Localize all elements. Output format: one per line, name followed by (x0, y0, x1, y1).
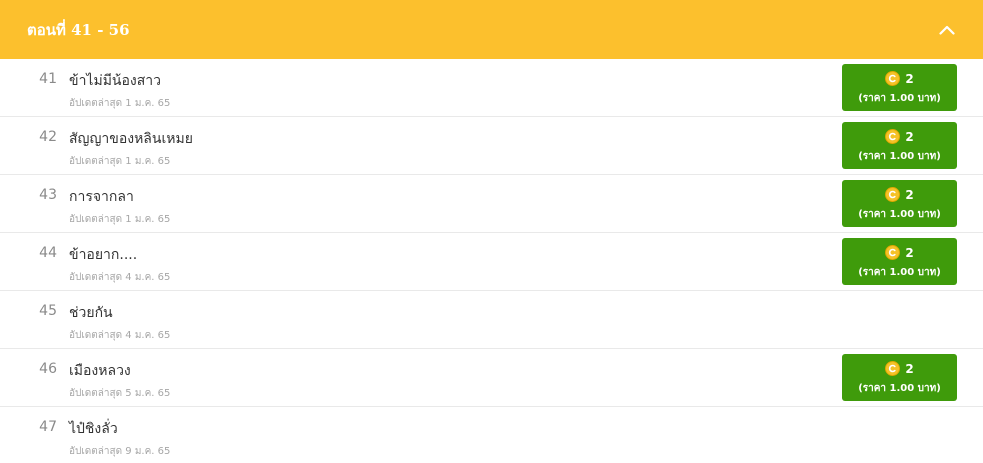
coin-price: 2 (885, 360, 914, 378)
episode-row[interactable]: 41 ข้าไม่มีน้องสาวอัปเดตล่าสุด 1 ม.ค. 65 2… (0, 59, 983, 117)
episode-number: 47 (39, 419, 57, 435)
episode-updated-date: อัปเดตล่าสุด 1 ม.ค. 65 (69, 98, 171, 109)
episode-title[interactable]: ข้าอยาก.... (69, 244, 137, 266)
buy-episode-button[interactable]: 2 (ราคา 1.00 บาท) (842, 354, 957, 401)
episode-updated-date: อัปเดตล่าสุด 1 ม.ค. 65 (69, 214, 171, 225)
coin-price: 2 (885, 70, 914, 88)
episode-row[interactable]: 42 สัญญาของหลินเหมยอัปเดตล่าสุด 1 ม.ค. 65… (0, 117, 983, 175)
coin-icon (885, 71, 901, 86)
coin-price: 2 (885, 186, 914, 204)
episode-title[interactable]: ช่วยกัน (69, 302, 113, 324)
coin-count: 2 (905, 187, 914, 202)
coin-price: 2 (885, 244, 914, 262)
episode-range-title: ตอนที่ 41 - 56 (27, 20, 130, 39)
episode-number: 44 (39, 245, 57, 261)
buy-episode-button[interactable]: 2 (ราคา 1.00 บาท) (842, 238, 957, 285)
episode-number: 43 (39, 187, 57, 203)
episode-number: 42 (39, 129, 57, 145)
episode-list: 41 ข้าไม่มีน้องสาวอัปเดตล่าสุด 1 ม.ค. 65 2… (0, 59, 983, 463)
buy-episode-button[interactable]: 2 (ราคา 1.00 บาท) (842, 122, 957, 169)
episode-row[interactable]: 45 ช่วยกันอัปเดตล่าสุด 4 ม.ค. 65 (0, 291, 983, 349)
collapse-button[interactable] (911, 0, 983, 59)
coin-count: 2 (905, 361, 914, 376)
baht-price: (ราคา 1.00 บาท) (858, 150, 941, 162)
episode-updated-date: อัปเดตล่าสุด 4 ม.ค. 65 (69, 330, 171, 341)
coin-count: 2 (905, 245, 914, 260)
episode-title[interactable]: ไป๋ชิงลั่ว (69, 418, 118, 440)
baht-price: (ราคา 1.00 บาท) (858, 92, 941, 104)
coin-icon (885, 361, 901, 376)
baht-price: (ราคา 1.00 บาท) (858, 266, 941, 278)
chevron-up-icon (939, 25, 955, 35)
episode-updated-date: อัปเดตล่าสุด 5 ม.ค. 65 (69, 388, 171, 399)
episode-row[interactable]: 43 การจากลาอัปเดตล่าสุด 1 ม.ค. 65 2 (ราคา 1… (0, 175, 983, 233)
episode-range-header[interactable]: ตอนที่ 41 - 56 (0, 0, 983, 59)
episode-row[interactable]: 47 ไป๋ชิงลั่วอัปเดตล่าสุด 9 ม.ค. 65 (0, 407, 983, 463)
coin-count: 2 (905, 71, 914, 86)
coin-price: 2 (885, 128, 914, 146)
episode-title[interactable]: ข้าไม่มีน้องสาว (69, 70, 161, 92)
coin-count: 2 (905, 129, 914, 144)
episode-updated-date: อัปเดตล่าสุด 1 ม.ค. 65 (69, 156, 171, 167)
coin-icon (885, 187, 901, 202)
episode-row[interactable]: 44 ข้าอยาก.... อัปเดตล่าสุด 4 ม.ค. 65 2 (ราค… (0, 233, 983, 291)
episode-number: 45 (39, 303, 57, 319)
baht-price: (ราคา 1.00 บาท) (858, 382, 941, 394)
buy-episode-button[interactable]: 2 (ราคา 1.00 บาท) (842, 64, 957, 111)
episode-updated-date: อัปเดตล่าสุด 9 ม.ค. 65 (69, 446, 171, 457)
episode-title[interactable]: เมืองหลวง (69, 360, 131, 382)
baht-price: (ราคา 1.00 บาท) (858, 208, 941, 220)
episode-number: 46 (39, 361, 57, 377)
episode-row[interactable]: 46 เมืองหลวงอัปเดตล่าสุด 5 ม.ค. 65 2 (ราคา … (0, 349, 983, 407)
episode-number: 41 (39, 71, 57, 87)
episode-title[interactable]: สัญญาของหลินเหมย (69, 128, 193, 150)
coin-icon (885, 245, 901, 260)
buy-episode-button[interactable]: 2 (ราคา 1.00 บาท) (842, 180, 957, 227)
episode-updated-date: อัปเดตล่าสุด 4 ม.ค. 65 (69, 272, 171, 283)
coin-icon (885, 129, 901, 144)
episode-title[interactable]: การจากลา (69, 186, 134, 208)
